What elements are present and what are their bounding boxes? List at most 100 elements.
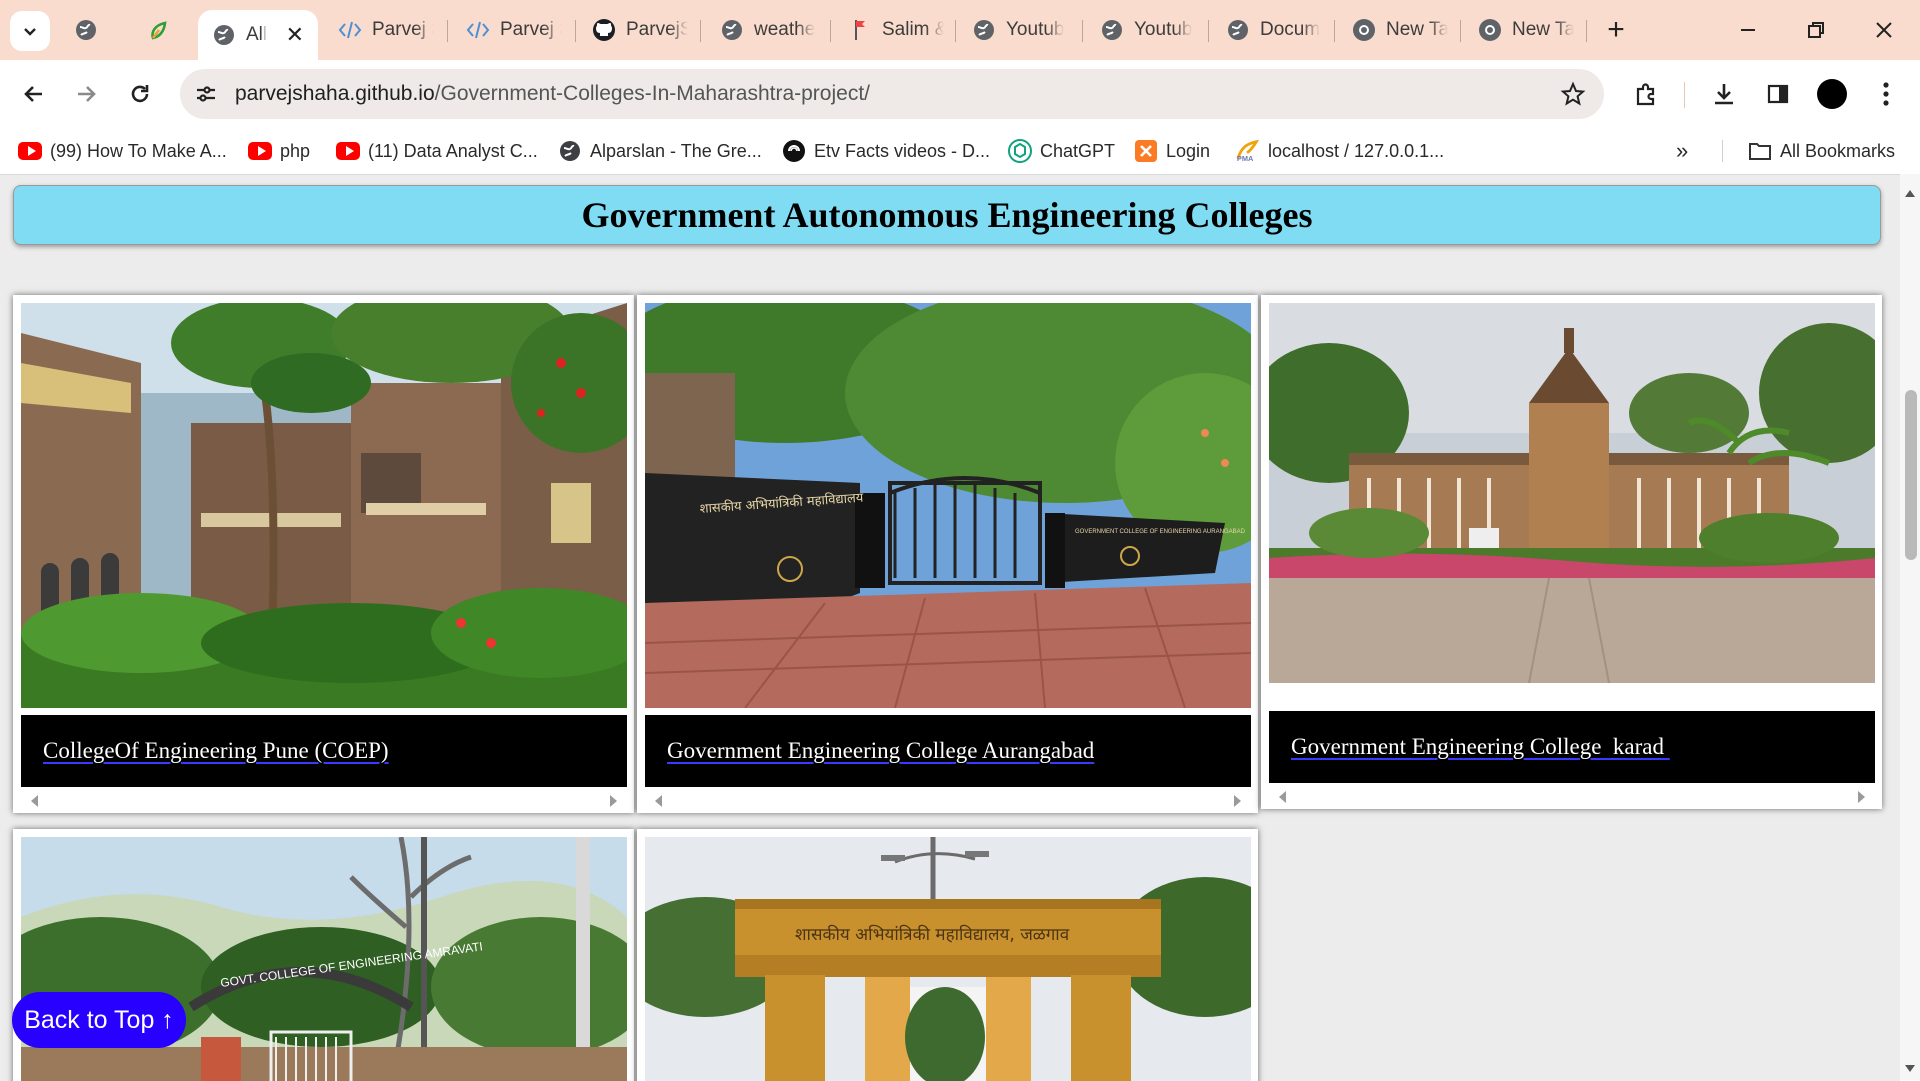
chatgpt-icon (1008, 139, 1032, 163)
globe-icon (212, 23, 236, 47)
folder-icon (1748, 139, 1772, 163)
horizontal-scrollbar[interactable] (1269, 789, 1875, 805)
bookmark-label: Etv Facts videos - D... (814, 140, 991, 161)
arrow-left-icon (24, 86, 42, 102)
menu-button[interactable] (1866, 74, 1906, 114)
college-photo-jalgaon: शासकीय अभियांत्रिकी महाविद्यालय, जळगाव (645, 837, 1251, 1081)
minimize-icon (1741, 29, 1755, 31)
scroll-down-arrow-icon[interactable] (1905, 1065, 1915, 1072)
reload-icon (131, 85, 149, 103)
tab-search-button[interactable] (10, 11, 50, 51)
globe-icon (1226, 18, 1250, 42)
aurangabad-sign-right: GOVERNMENT COLLEGE OF ENGINEERING AURANG… (1075, 529, 1246, 535)
side-panel-button[interactable] (1758, 74, 1798, 114)
tab-separator (700, 20, 701, 42)
college-caption: Government Engineering College Aurangaba… (645, 715, 1251, 787)
back-button[interactable] (14, 74, 54, 114)
all-bookmarks-button[interactable]: All Bookmarks (1748, 128, 1895, 174)
new-tab-button[interactable]: + (1596, 10, 1636, 50)
flag-icon (848, 18, 872, 42)
tab-0[interactable] (74, 10, 110, 50)
bookmark-item[interactable]: PMA localhost / 127.0.0.1... (1236, 128, 1444, 174)
college-caption: CollegeOf Engineering Pune (COEP) (21, 715, 627, 787)
tab-5[interactable]: ParvejS (592, 10, 688, 50)
bookmark-star-icon[interactable] (1560, 81, 1586, 112)
college-card-jalgaon: शासकीय अभियांत्रिकी महाविद्यालय, जळगाव (637, 829, 1258, 1081)
bookmark-item[interactable]: Login (1134, 128, 1210, 174)
close-tab-icon[interactable]: ✕ (286, 22, 304, 48)
bookmark-item[interactable]: (11) Data Analyst C... (336, 128, 538, 174)
tab-separator (1334, 20, 1335, 42)
more-bookmarks-button[interactable]: » (1676, 128, 1688, 174)
tab-11[interactable]: New Ta (1352, 10, 1448, 50)
tab-label: New Ta (1512, 19, 1574, 40)
tab-4[interactable]: Parvej S (466, 10, 562, 50)
college-caption: Government Engineering College karad (1269, 711, 1875, 783)
tab-active[interactable]: All ✕ (198, 10, 318, 60)
download-icon (1715, 84, 1733, 105)
bookmark-label: Alparslan - The Gre... (590, 140, 762, 161)
tab-label: All (246, 24, 268, 45)
youtube-icon (18, 139, 42, 163)
tab-separator (830, 20, 831, 42)
tab-label: Parvej S (500, 19, 562, 40)
downloads-button[interactable] (1704, 74, 1744, 114)
tab-label: New Ta (1386, 19, 1448, 40)
tab-label: Youtub (1006, 19, 1065, 40)
bookmark-label: (11) Data Analyst C... (368, 140, 538, 161)
college-card-coep: CollegeOf Engineering Pune (COEP) (13, 295, 634, 813)
restore-button[interactable] (1796, 10, 1836, 50)
side-panel-icon (1767, 84, 1789, 104)
leaf-icon (146, 18, 170, 42)
youtube-icon (248, 139, 272, 163)
profile-button[interactable] (1812, 74, 1852, 114)
puzzle-icon (1636, 83, 1655, 106)
youtube-icon (336, 139, 360, 163)
tab-8[interactable]: Youtub (972, 10, 1068, 50)
tab-6[interactable]: weathe (720, 10, 816, 50)
site-info-icon[interactable] (194, 82, 218, 111)
page-title: Government Autonomous Engineering Colleg… (581, 195, 1313, 235)
svg-text:PMA: PMA (1237, 154, 1254, 163)
close-window-button[interactable] (1864, 10, 1904, 50)
tab-3[interactable]: Parvej S (338, 10, 434, 50)
tab-7[interactable]: Salim & (848, 10, 944, 50)
college-card-aurangabad: शासकीय अभियांत्रिकी महाविद्यालय GOVERNME… (637, 295, 1258, 813)
bookmark-item[interactable]: Etv Facts videos - D... (782, 128, 990, 174)
college-link[interactable]: CollegeOf Engineering Pune (COEP) (43, 738, 389, 764)
restore-icon (1808, 22, 1824, 38)
page-vertical-scrollbar[interactable] (1900, 174, 1920, 1080)
tab-separator (1082, 20, 1083, 42)
tab-12[interactable]: New Ta (1478, 10, 1574, 50)
url-text: parvejshaha.github.io/Government-College… (235, 69, 870, 119)
bookmark-item[interactable]: Alparslan - The Gre... (558, 128, 762, 174)
reload-button[interactable] (120, 74, 160, 114)
bookmark-label: localhost / 127.0.0.1... (1268, 140, 1445, 161)
bookmarks-divider (1722, 140, 1723, 162)
college-link[interactable]: Government Engineering College karad (1291, 734, 1670, 760)
tab-10[interactable]: Docum (1226, 10, 1322, 50)
tab-label: ParvejS (626, 19, 688, 40)
globe-icon (74, 18, 98, 42)
forward-button[interactable] (66, 74, 106, 114)
horizontal-scrollbar[interactable] (645, 793, 1251, 809)
scrollbar-thumb[interactable] (1905, 390, 1917, 560)
address-bar[interactable]: parvejshaha.github.io/Government-College… (180, 69, 1604, 119)
minimize-button[interactable] (1728, 10, 1768, 50)
bookmark-item[interactable]: (99) How To Make A... (18, 128, 227, 174)
college-link[interactable]: Government Engineering College Aurangaba… (667, 738, 1094, 764)
extensions-button[interactable] (1626, 74, 1666, 114)
tab-separator (1460, 20, 1461, 42)
bookmarks-bar: (99) How To Make A... php (11) Data Anal… (0, 128, 1920, 174)
bookmark-item[interactable]: php (248, 128, 310, 174)
back-to-top-button[interactable]: Back to Top ↑ (12, 992, 186, 1048)
url-path: /Government-Colleges-In-Maharashtra-proj… (434, 82, 870, 105)
college-photo-karad (1269, 303, 1875, 683)
github-icon (592, 18, 616, 42)
tab-9[interactable]: Youtub (1100, 10, 1196, 50)
horizontal-scrollbar[interactable] (21, 793, 627, 809)
tab-1[interactable] (146, 10, 182, 50)
chrome-icon (1352, 18, 1376, 42)
scroll-up-arrow-icon[interactable] (1905, 190, 1915, 197)
bookmark-item[interactable]: ChatGPT (1008, 128, 1115, 174)
